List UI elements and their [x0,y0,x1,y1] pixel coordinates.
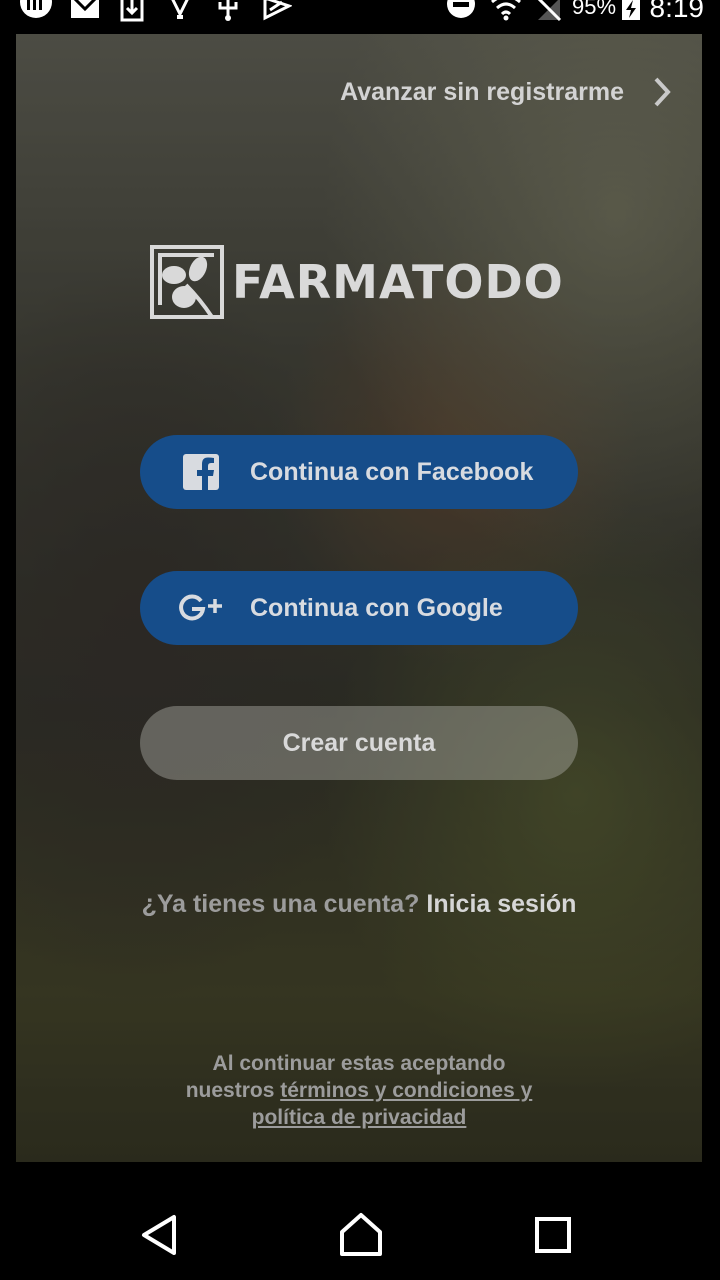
no-signal-icon [537,0,562,22]
lightbulb-icon [171,0,189,19]
google-button-label: Continua con Google [250,593,503,622]
chevron-right-icon [654,77,671,107]
download-icon [120,0,144,22]
logo-text: FARMATODO [232,255,564,309]
wifi-icon [491,0,521,21]
navigation-bar [0,1190,720,1280]
create-account-button[interactable]: Crear cuenta [140,706,578,780]
skip-registration-label: Avanzar sin registrarme [340,77,624,106]
create-account-label: Crear cuenta [282,728,436,757]
gmail-icon [71,0,99,18]
terms-link[interactable]: términos y condiciones y [280,1079,532,1102]
play-store-icon [263,0,292,21]
login-question: ¿Ya tienes una cuenta? [141,890,420,918]
privacy-link[interactable]: política de privacidad [252,1106,467,1129]
clover-icon [150,245,224,319]
login-screen: Avanzar sin registrarme FARMATODO Contin… [16,34,702,1162]
do-not-disturb-icon [447,0,475,18]
facebook-login-button[interactable]: Continua con Facebook [140,435,578,509]
google-login-button[interactable]: Continua con Google [140,571,578,645]
battery-charging-icon [622,0,640,20]
legal-line-1: Al continuar estas aceptando [212,1052,506,1075]
legal-line-3: política de privacidad [16,1104,702,1131]
voicemail-icon [20,0,52,18]
facebook-button-label: Continua con Facebook [250,457,534,486]
login-link[interactable]: Inicia sesión [426,890,576,918]
facebook-icon [176,447,226,497]
google-plus-icon [176,583,226,633]
legal-prefix: nuestros [185,1079,275,1102]
battery-percent: 95% [572,0,617,19]
login-prompt: ¿Ya tienes una cuenta? Inicia sesión [16,890,702,919]
legal-line-2: nuestros términos y condiciones y [16,1077,702,1104]
skip-registration-link[interactable]: Avanzar sin registrarme [340,70,672,114]
status-bar: 95% 8:19 [0,0,720,34]
recents-icon[interactable] [528,1210,578,1260]
usb-icon [218,0,238,21]
legal-notice: Al continuar estas aceptando nuestros té… [16,1050,702,1131]
farmatodo-logo: FARMATODO [150,244,570,320]
back-icon[interactable] [136,1210,186,1260]
home-icon[interactable] [336,1210,386,1260]
clock: 8:19 [649,0,705,23]
